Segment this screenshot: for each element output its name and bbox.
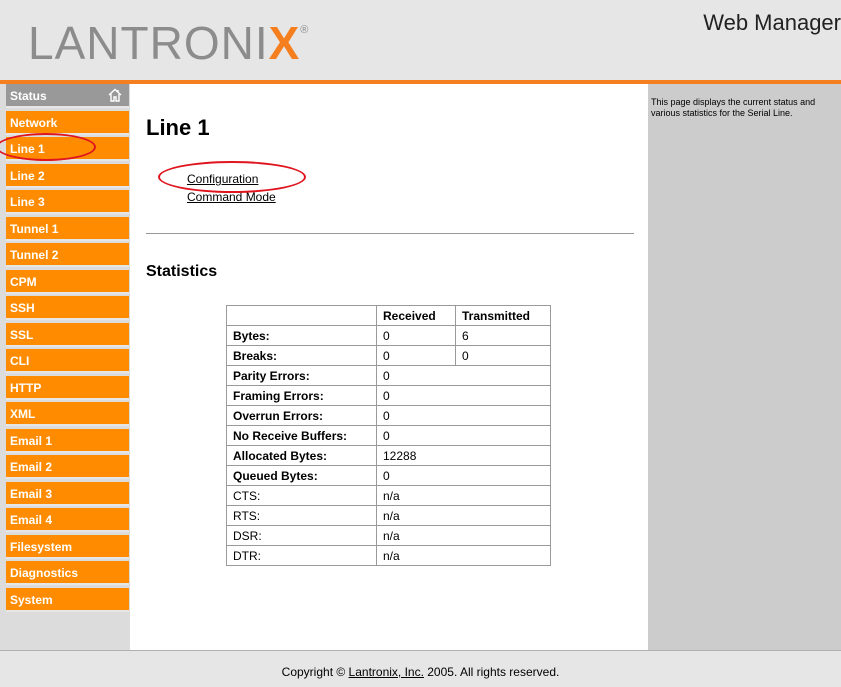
sidebar-item-label: Tunnel 2 <box>10 248 59 262</box>
table-row: Allocated Bytes: 12288 <box>226 445 551 466</box>
received-value: n/a <box>376 505 551 526</box>
sidebar-item-diagnostics[interactable]: Diagnostics <box>6 561 129 585</box>
received-value: 0 <box>376 405 551 426</box>
table-row: RTS: n/a <box>226 505 551 526</box>
table-row-label: No Receive Buffers: <box>226 425 377 446</box>
received-value: n/a <box>376 545 551 566</box>
sidebar-item-label: Email 4 <box>10 513 53 527</box>
transmitted-value: 0 <box>455 345 551 366</box>
sidebar-item-label: SSL <box>10 327 34 342</box>
divider <box>146 233 634 234</box>
sidebar-item-cpm[interactable]: CPM <box>6 269 129 294</box>
table-row: CTS: n/a <box>226 485 551 506</box>
table-row: Bytes: 0 6 <box>226 325 551 346</box>
sidebar-item-label: Line 2 <box>10 168 45 183</box>
table-row-label: DSR: <box>226 525 377 546</box>
annotation-ellipse-line1 <box>0 133 96 161</box>
sidebar-item-label: XML <box>10 407 36 421</box>
sidebar-item-label: HTTP <box>10 380 42 395</box>
sidebar-item-label: Email 2 <box>10 460 53 474</box>
received-value: n/a <box>376 525 551 546</box>
received-value: 12288 <box>376 445 551 466</box>
sidebar-item-label: Network <box>10 115 58 130</box>
sidebar-item-email-3[interactable]: Email 3 <box>6 481 129 506</box>
sidebar-item-label: Filesystem <box>10 539 73 554</box>
table-header-cell: Received <box>376 305 456 326</box>
received-value: 0 <box>376 325 456 346</box>
table-row-label: Overrun Errors: <box>226 405 377 426</box>
sidebar-item-label: Tunnel 1 <box>10 221 59 236</box>
app-title: Web Manager <box>703 10 841 35</box>
received-value: 0 <box>376 385 551 406</box>
sidebar-item-email-2[interactable]: Email 2 <box>6 455 129 479</box>
sidebar-item-email-4[interactable]: Email 4 <box>6 508 129 532</box>
table-row: Overrun Errors: 0 <box>226 405 551 426</box>
table-header-cell: Transmitted <box>455 305 551 326</box>
received-value: 0 <box>376 425 551 446</box>
table-row: DTR: n/a <box>226 545 551 566</box>
help-text: This page displays the current status an… <box>651 97 816 118</box>
sidebar-item-tunnel-2[interactable]: Tunnel 2 <box>6 243 129 267</box>
received-value: n/a <box>376 485 551 506</box>
copyright-prefix: Copyright © <box>281 665 349 679</box>
sidebar-item-xml[interactable]: XML <box>6 402 129 426</box>
sidebar-item-http[interactable]: HTTP <box>6 375 129 400</box>
sidebar-item-status[interactable]: Status <box>6 84 129 108</box>
table-row: Breaks: 0 0 <box>226 345 551 366</box>
sidebar-item-label: CPM <box>10 274 37 289</box>
sidebar-item-label: CLI <box>10 354 30 368</box>
sidebar-item-ssh[interactable]: SSH <box>6 296 129 320</box>
page-title: Line 1 <box>146 115 210 140</box>
sidebar-item-label: Line 3 <box>10 195 45 209</box>
received-value: 0 <box>376 345 456 366</box>
sidebar-item-label: System <box>10 592 53 607</box>
table-row: DSR: n/a <box>226 525 551 546</box>
table-row-label: RTS: <box>226 505 377 526</box>
copyright-suffix: 2005. All rights reserved. <box>423 665 560 679</box>
sidebar-item-email-1[interactable]: Email 1 <box>6 428 129 453</box>
help-panel <box>648 84 841 650</box>
sidebar-item-ssl[interactable]: SSL <box>6 322 129 347</box>
sidebar-item-label: Email 3 <box>10 486 53 501</box>
table-row-label: Breaks: <box>226 345 377 366</box>
sidebar-item-label: Diagnostics <box>10 566 79 580</box>
table-row: Framing Errors: 0 <box>226 385 551 406</box>
lantronix-link[interactable]: Lantronix, Inc. <box>349 665 424 679</box>
table-row-label: Parity Errors: <box>226 365 377 386</box>
sidebar-item-tunnel-1[interactable]: Tunnel 1 <box>6 216 129 241</box>
header: LANTRONIX® Web Manager <box>0 0 841 80</box>
table-row-label: CTS: <box>226 485 377 506</box>
sidebar-item-label: SSH <box>10 301 35 315</box>
copyright: Copyright © Lantronix, Inc. 2005. All ri… <box>0 665 841 679</box>
sidebar-item-network[interactable]: Network <box>6 110 129 135</box>
received-value: 0 <box>376 365 551 386</box>
table-row: No Receive Buffers: 0 <box>226 425 551 446</box>
transmitted-value: 6 <box>455 325 551 346</box>
sidebar-item-label: Email 1 <box>10 433 53 448</box>
annotation-ellipse-configuration <box>158 161 306 193</box>
lantronix-logo: LANTRONIX® <box>28 17 310 69</box>
table-header-row: Received Transmitted <box>226 305 551 326</box>
statistics-table: Received Transmitted Bytes: 0 6 Breaks: 0 0 Pa… <box>226 305 551 566</box>
home-icon[interactable] <box>107 87 123 103</box>
sidebar-item-filesystem[interactable]: Filesystem <box>6 534 129 559</box>
table-row-label: DTR: <box>226 545 377 566</box>
sidebar-item-line-3[interactable]: Line 3 <box>6 190 129 214</box>
table-row-label: Bytes: <box>226 325 377 346</box>
table-header-cell <box>226 305 377 326</box>
table-row-label: Queued Bytes: <box>226 465 377 486</box>
received-value: 0 <box>376 465 551 486</box>
sidebar-item-line-2[interactable]: Line 2 <box>6 163 129 188</box>
table-row: Parity Errors: 0 <box>226 365 551 386</box>
table-row-label: Framing Errors: <box>226 385 377 406</box>
sidebar-item-system[interactable]: System <box>6 587 129 612</box>
table-row-label: Allocated Bytes: <box>226 445 377 466</box>
statistics-heading: Statistics <box>146 263 218 280</box>
sidebar-item-label: Status <box>10 89 47 103</box>
sidebar-item-cli[interactable]: CLI <box>6 349 129 373</box>
table-row: Queued Bytes: 0 <box>226 465 551 486</box>
